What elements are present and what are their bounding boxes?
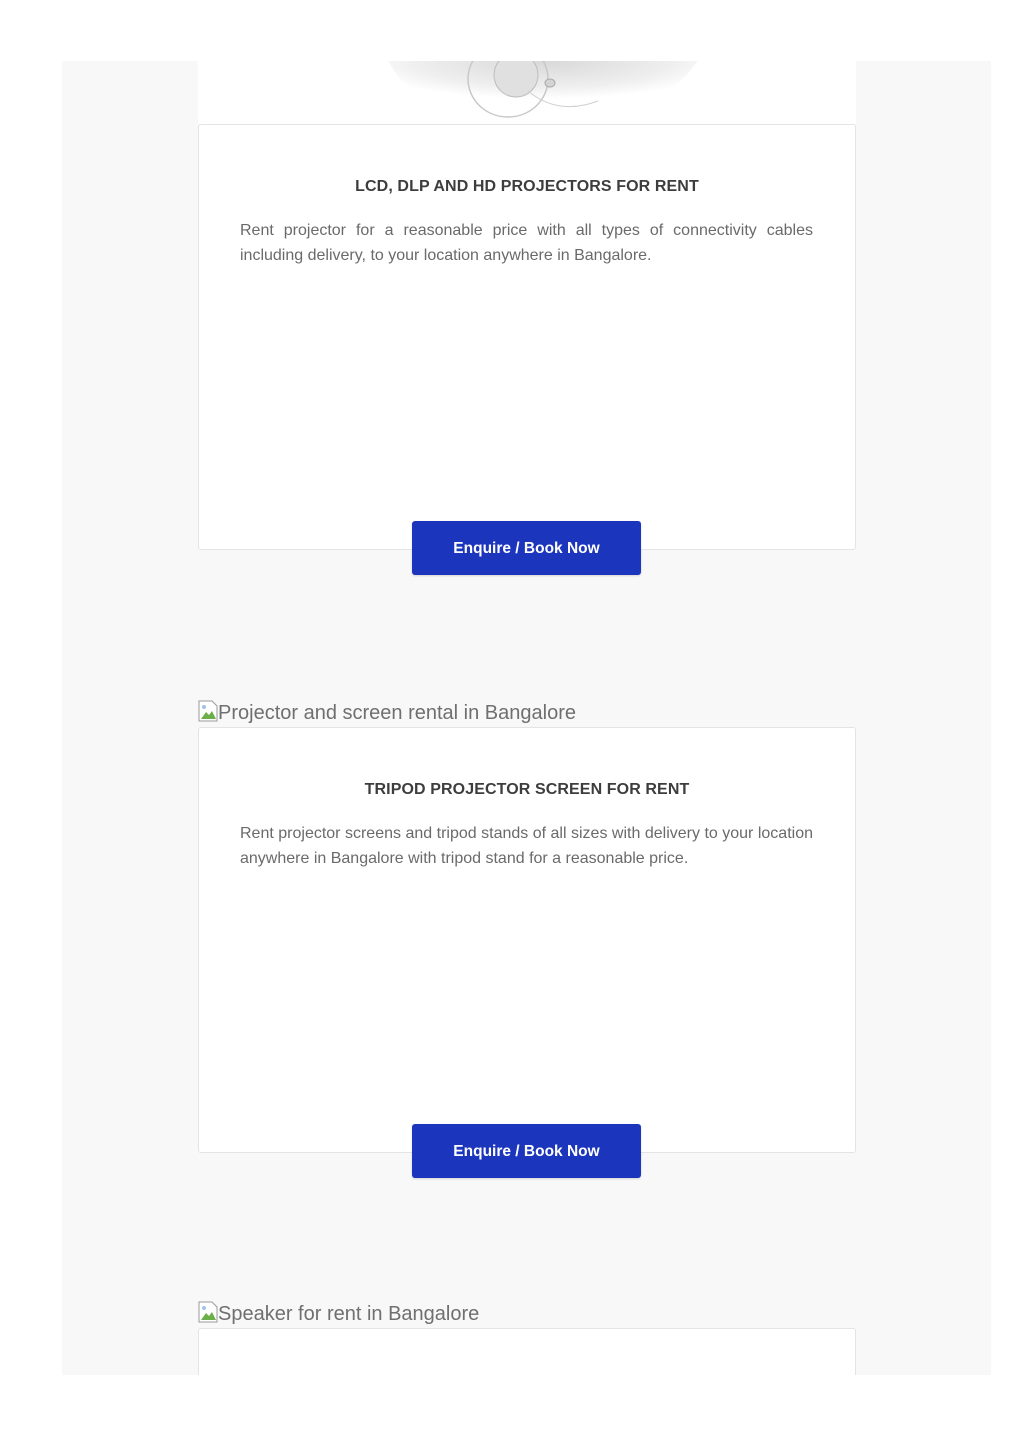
broken-image-icon	[198, 1301, 218, 1323]
broken-image-projector-screen: Projector and screen rental in Bangalore	[198, 695, 576, 725]
broken-image-icon	[198, 700, 218, 722]
enquire-book-now-button[interactable]: Enquire / Book Now	[412, 521, 641, 575]
projector-photo	[388, 61, 698, 124]
product-card-projectors: LCD, DLP AND HD PROJECTORS FOR RENT Rent…	[198, 124, 856, 550]
image-alt-text: Speaker for rent in Bangalore	[218, 1303, 480, 1325]
card-title: TRIPOD PROJECTOR SCREEN FOR RENT	[364, 781, 690, 798]
page-container: LCD, DLP AND HD PROJECTORS FOR RENT Rent…	[62, 61, 991, 1375]
broken-image-speaker: Speaker for rent in Bangalore	[198, 1296, 479, 1326]
image-alt-text: Projector and screen rental in Bangalore	[218, 702, 576, 724]
product-card-speaker	[198, 1328, 856, 1375]
card-description: Rent projector for a reasonable price wi…	[240, 222, 813, 264]
card-description: Rent projector screens and tripod stands…	[240, 825, 813, 867]
projector-image	[198, 61, 856, 124]
card-title: LCD, DLP AND HD PROJECTORS FOR RENT	[355, 178, 699, 195]
product-card-tripod-screen: TRIPOD PROJECTOR SCREEN FOR RENT Rent pr…	[198, 727, 856, 1153]
enquire-book-now-button[interactable]: Enquire / Book Now	[412, 1124, 641, 1178]
